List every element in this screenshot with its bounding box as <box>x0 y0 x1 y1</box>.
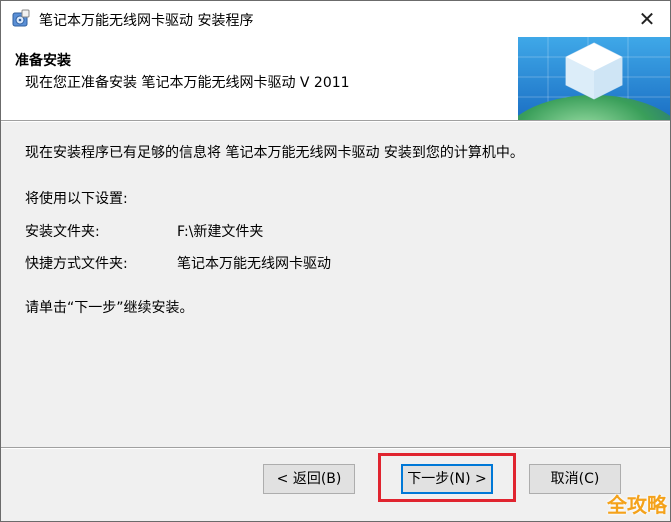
close-button[interactable]: ✕ <box>624 1 670 37</box>
install-folder-label: 安装文件夹: <box>25 224 100 240</box>
installer-app-icon <box>12 9 30 27</box>
window-title: 笔记本万能无线网卡驱动 安装程序 <box>39 13 254 29</box>
shortcut-folder-value: 笔记本万能无线网卡驱动 <box>177 256 331 272</box>
intro-text: 现在安装程序已有足够的信息将 笔记本万能无线网卡驱动 安装到您的计算机中。 <box>25 145 524 161</box>
instruction-text: 请单击“下一步”继续安装。 <box>25 300 194 316</box>
footer-separator <box>1 447 670 449</box>
settings-heading: 将使用以下设置: <box>25 191 128 207</box>
installer-window: 笔记本万能无线网卡驱动 安装程序 ✕ 准备安装 现在您正准备安装 笔记本万能无线… <box>0 0 671 522</box>
watermark-logo: 全攻略 <box>607 493 667 517</box>
wizard-banner-image <box>518 37 670 120</box>
shortcut-folder-label: 快捷方式文件夹: <box>25 256 128 272</box>
back-button[interactable]: < 返回(B) <box>263 464 355 494</box>
close-icon: ✕ <box>638 7 656 31</box>
wizard-header: 准备安装 现在您正准备安装 笔记本万能无线网卡驱动 V 2011 <box>1 37 670 120</box>
title-bar[interactable]: 笔记本万能无线网卡驱动 安装程序 ✕ <box>1 1 670 37</box>
wizard-content: 现在安装程序已有足够的信息将 笔记本万能无线网卡驱动 安装到您的计算机中。 将使… <box>1 122 670 445</box>
install-folder-value: F:\新建文件夹 <box>177 224 264 240</box>
page-subtitle: 现在您正准备安装 笔记本万能无线网卡驱动 V 2011 <box>25 75 350 91</box>
page-title: 准备安装 <box>15 53 71 69</box>
next-button[interactable]: 下一步(N) > <box>401 464 493 494</box>
